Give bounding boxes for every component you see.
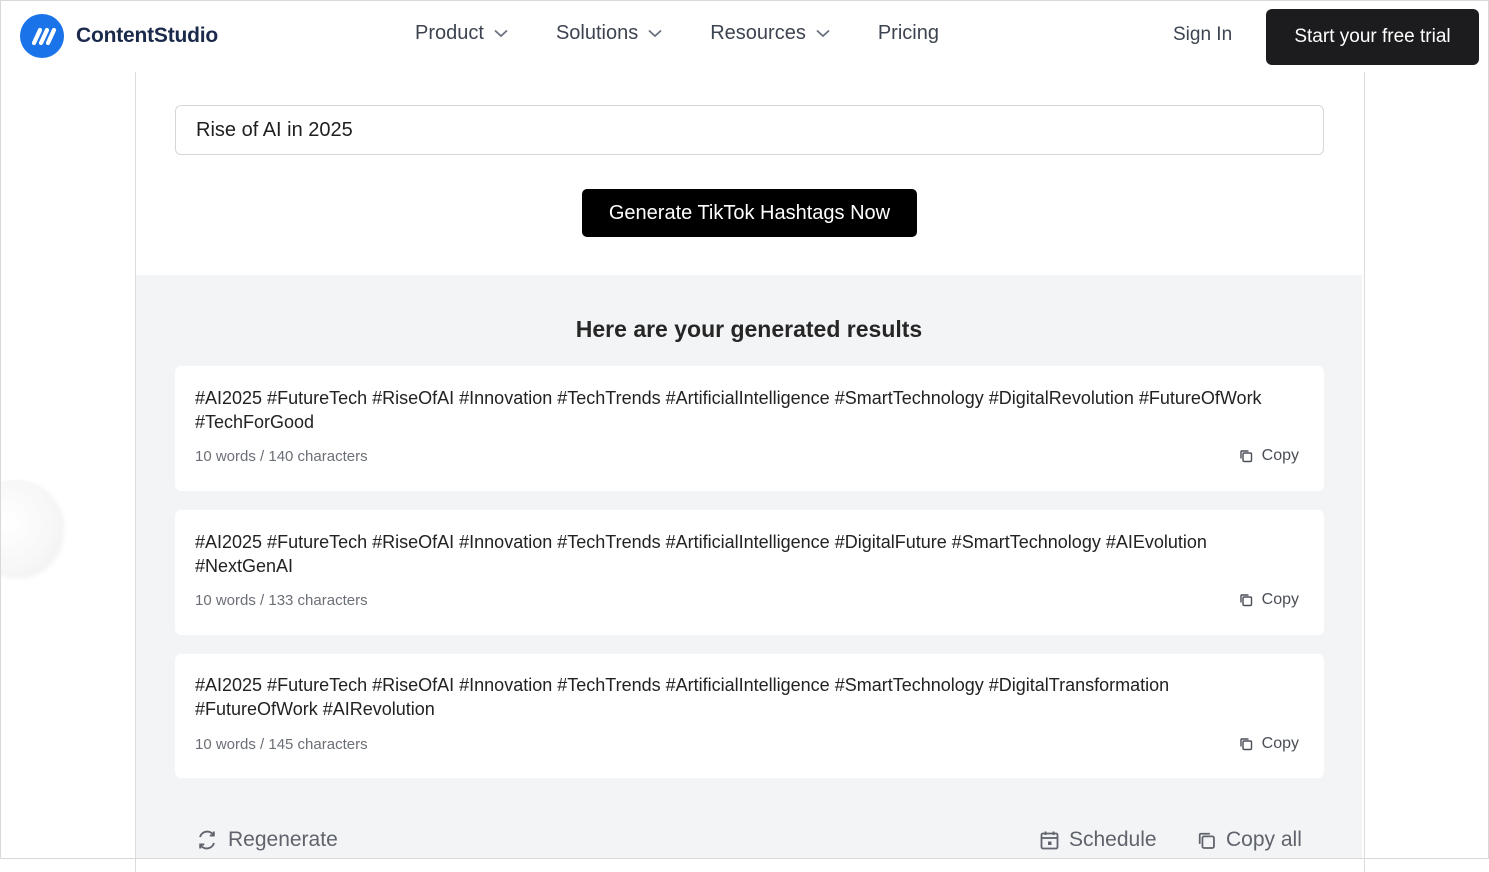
copy-label: Copy <box>1262 735 1299 753</box>
result-word-char-count: 10 words / 145 characters <box>195 736 368 753</box>
top-navbar: ContentStudio Product Solutions Resource… <box>0 0 1489 72</box>
chevron-down-icon <box>816 29 830 38</box>
contentstudio-logo-icon <box>20 14 64 58</box>
copy-button[interactable]: Copy <box>1239 447 1299 465</box>
result-hashtags: #AI2025 #FutureTech #RiseOfAI #Innovatio… <box>195 673 1295 721</box>
refresh-icon <box>196 829 218 851</box>
copy-all-button[interactable]: Copy all <box>1197 828 1302 852</box>
result-card: #AI2025 #FutureTech #RiseOfAI #Innovatio… <box>175 510 1324 635</box>
topic-input[interactable] <box>175 105 1324 155</box>
copy-icon <box>1239 737 1253 751</box>
result-word-char-count: 10 words / 133 characters <box>195 592 368 609</box>
result-hashtags: #AI2025 #FutureTech #RiseOfAI #Innovatio… <box>195 530 1295 578</box>
nav-item-resources[interactable]: Resources <box>710 22 830 45</box>
regenerate-label: Regenerate <box>228 828 338 852</box>
brand-name: ContentStudio <box>76 24 218 48</box>
result-word-char-count: 10 words / 140 characters <box>195 448 368 465</box>
regenerate-button[interactable]: Regenerate <box>196 828 338 852</box>
start-free-trial-button[interactable]: Start your free trial <box>1266 9 1479 65</box>
calendar-icon <box>1040 830 1059 850</box>
chevron-down-icon <box>648 29 662 38</box>
copy-icon <box>1239 593 1253 607</box>
generate-hashtags-button[interactable]: Generate TikTok Hashtags Now <box>582 189 917 237</box>
result-hashtags: #AI2025 #FutureTech #RiseOfAI #Innovatio… <box>195 386 1295 434</box>
nav-item-label: Resources <box>710 22 806 45</box>
result-card: #AI2025 #FutureTech #RiseOfAI #Innovatio… <box>175 654 1324 778</box>
copy-all-label: Copy all <box>1226 828 1302 852</box>
chevron-down-icon <box>494 29 508 38</box>
copy-label: Copy <box>1262 447 1299 465</box>
sign-in-link[interactable]: Sign In <box>1173 24 1232 46</box>
main-nav: Product Solutions Resources Pricing <box>415 22 987 45</box>
copy-button[interactable]: Copy <box>1239 735 1299 753</box>
schedule-label: Schedule <box>1069 828 1157 852</box>
nav-item-label: Pricing <box>878 22 939 45</box>
result-card: #AI2025 #FutureTech #RiseOfAI #Innovatio… <box>175 366 1324 491</box>
floating-circle-decoration <box>0 480 62 576</box>
brand-logo[interactable]: ContentStudio <box>20 14 218 58</box>
nav-item-product[interactable]: Product <box>415 22 508 45</box>
nav-item-label: Product <box>415 22 484 45</box>
results-title: Here are your generated results <box>136 316 1362 343</box>
copy-button[interactable]: Copy <box>1239 591 1299 609</box>
nav-item-solutions[interactable]: Solutions <box>556 22 662 45</box>
copy-label: Copy <box>1262 591 1299 609</box>
schedule-button[interactable]: Schedule <box>1040 828 1157 852</box>
copy-icon <box>1197 831 1216 850</box>
nav-item-pricing[interactable]: Pricing <box>878 22 939 45</box>
copy-icon <box>1239 449 1253 463</box>
nav-item-label: Solutions <box>556 22 638 45</box>
